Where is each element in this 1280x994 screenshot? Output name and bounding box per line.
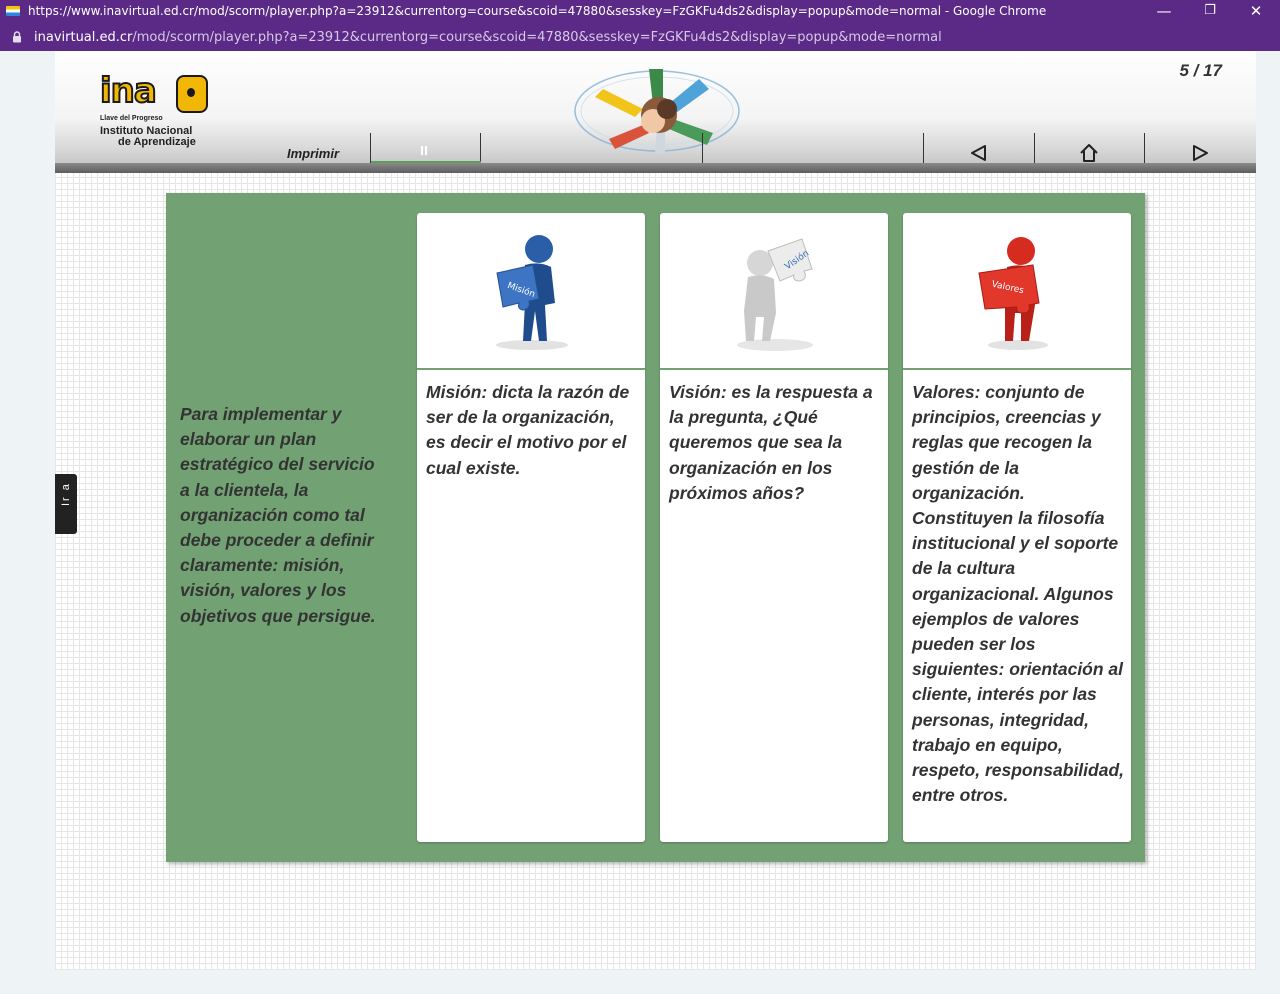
previous-icon[interactable]	[968, 143, 990, 163]
restore-button[interactable]: ❐	[1187, 0, 1233, 24]
ir-a-side-tab[interactable]: Ir a	[55, 474, 77, 534]
pause-icon[interactable]	[421, 146, 429, 155]
side-tab-label: Ir a	[60, 482, 72, 506]
close-window-button[interactable]: ✕	[1233, 0, 1279, 24]
valores-card: Valores Valores: conjunto de principios,…	[903, 213, 1131, 842]
next-icon[interactable]	[1189, 143, 1211, 163]
card-image: Valores	[903, 213, 1131, 370]
valores-text: Valores: conjunto de principios, creenci…	[912, 382, 1124, 806]
logo-tagline: Llave del Progreso	[100, 115, 163, 122]
window-title: https://www.inavirtual.ed.cr/mod/scorm/p…	[28, 4, 1047, 18]
logo-ring-icon	[176, 75, 208, 113]
vision-text: Visión: es la respuesta a la pregunta, ¿…	[669, 382, 873, 503]
lock-icon	[13, 31, 21, 43]
url-path: /mod/scorm/player.php?a=23912&currentorg…	[132, 30, 942, 45]
mision-puzzle-figure-icon: Misión	[496, 235, 568, 350]
home-icon[interactable]	[1078, 143, 1100, 163]
page-counter: 5 / 17	[1179, 61, 1222, 80]
card-image: Misión	[417, 213, 645, 370]
print-button[interactable]: Imprimir	[287, 146, 339, 161]
browser-title-bar: https://www.inavirtual.ed.cr/mod/scorm/p…	[0, 0, 1280, 24]
intro-text: Para implementar y elaborar un plan estr…	[180, 404, 376, 626]
course-header: ina Llave del Progreso Instituto Naciona…	[55, 51, 1256, 173]
favicon-icon	[6, 6, 20, 16]
minimize-button[interactable]: —	[1141, 0, 1187, 24]
url-text[interactable]: inavirtual.ed.cr/mod/scorm/player.php?a=…	[34, 30, 942, 45]
teamwork-hands-icon	[574, 69, 740, 153]
scorm-page: ina Llave del Progreso Instituto Naciona…	[55, 51, 1256, 970]
mision-card: Misión Misión: dicta la razón de ser de …	[417, 213, 645, 842]
vision-puzzle-figure-icon: Visión	[737, 238, 813, 351]
address-bar[interactable]: inavirtual.ed.cr/mod/scorm/player.php?a=…	[0, 24, 1280, 51]
vision-card: Visión Visión: es la respuesta a la preg…	[660, 213, 888, 842]
header-bottom-strip	[55, 163, 1256, 173]
logo-name-line2: de Aprendizaje	[118, 136, 196, 148]
valores-puzzle-figure-icon: Valores	[978, 237, 1048, 350]
content-panel: Para implementar y elaborar un plan estr…	[166, 193, 1145, 862]
url-host: inavirtual.ed.cr	[34, 30, 133, 45]
logo-wordmark: ina	[99, 70, 158, 112]
card-image: Visión	[660, 213, 888, 370]
mision-text: Misión: dicta la razón de ser de la orga…	[426, 382, 630, 478]
ina-logo: ina Llave del Progreso Instituto Naciona…	[99, 70, 220, 155]
